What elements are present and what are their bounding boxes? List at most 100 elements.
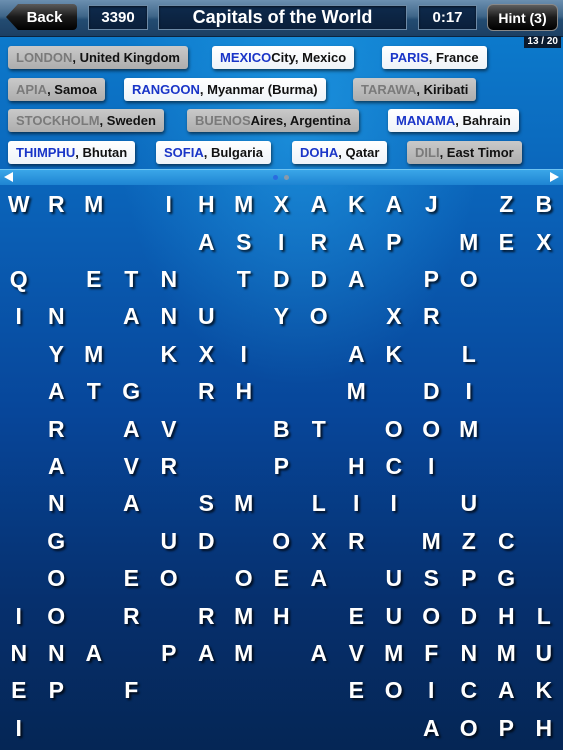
grid-cell[interactable] — [225, 523, 263, 560]
grid-cell[interactable]: M — [488, 635, 526, 672]
grid-cell[interactable] — [225, 298, 263, 335]
grid-cell[interactable] — [150, 223, 188, 260]
grid-cell[interactable] — [225, 410, 263, 447]
grid-cell[interactable]: N — [450, 635, 488, 672]
grid-cell[interactable] — [450, 186, 488, 223]
grid-cell[interactable]: S — [188, 485, 226, 522]
grid-cell[interactable]: O — [263, 523, 301, 560]
grid-cell[interactable]: D — [450, 597, 488, 634]
grid-cell[interactable]: X — [375, 298, 413, 335]
grid-cell[interactable]: L — [450, 336, 488, 373]
grid-cell[interactable] — [150, 710, 188, 747]
grid-cell[interactable] — [75, 223, 113, 260]
grid-cell[interactable]: N — [38, 635, 76, 672]
grid-cell[interactable]: H — [525, 710, 563, 747]
grid-cell[interactable] — [0, 448, 38, 485]
grid-cell[interactable] — [75, 298, 113, 335]
grid-cell[interactable]: K — [375, 336, 413, 373]
letter-grid[interactable]: WRMIHMXAKAJZBASIRAPMEXQETNTDDAPOINANUYOX… — [0, 186, 563, 750]
grid-cell[interactable] — [525, 261, 563, 298]
grid-cell[interactable]: I — [150, 186, 188, 223]
grid-cell[interactable] — [375, 373, 413, 410]
grid-cell[interactable]: T — [225, 261, 263, 298]
grid-cell[interactable] — [150, 672, 188, 709]
grid-cell[interactable]: E — [488, 223, 526, 260]
grid-cell[interactable]: O — [38, 597, 76, 634]
grid-cell[interactable] — [225, 710, 263, 747]
grid-cell[interactable] — [150, 485, 188, 522]
grid-cell[interactable] — [413, 336, 451, 373]
grid-cell[interactable]: H — [338, 448, 376, 485]
grid-cell[interactable]: A — [113, 485, 151, 522]
grid-cell[interactable]: M — [225, 485, 263, 522]
grid-cell[interactable]: Z — [450, 523, 488, 560]
grid-cell[interactable]: E — [75, 261, 113, 298]
grid-cell[interactable]: C — [375, 448, 413, 485]
grid-cell[interactable]: A — [338, 223, 376, 260]
grid-cell[interactable] — [113, 710, 151, 747]
grid-cell[interactable] — [188, 672, 226, 709]
back-button[interactable]: Back — [6, 4, 77, 30]
grid-cell[interactable] — [188, 710, 226, 747]
grid-cell[interactable]: E — [0, 672, 38, 709]
grid-cell[interactable]: N — [38, 485, 76, 522]
grid-cell[interactable]: H — [188, 186, 226, 223]
grid-cell[interactable] — [263, 485, 301, 522]
grid-cell[interactable]: M — [225, 597, 263, 634]
grid-cell[interactable]: L — [525, 597, 563, 634]
grid-cell[interactable]: I — [0, 597, 38, 634]
grid-cell[interactable]: S — [225, 223, 263, 260]
grid-cell[interactable] — [113, 336, 151, 373]
grid-cell[interactable]: A — [188, 223, 226, 260]
grid-cell[interactable]: U — [375, 560, 413, 597]
grid-cell[interactable] — [0, 373, 38, 410]
grid-cell[interactable] — [525, 560, 563, 597]
grid-cell[interactable]: I — [263, 223, 301, 260]
grid-cell[interactable]: C — [488, 523, 526, 560]
grid-cell[interactable]: E — [263, 560, 301, 597]
grid-cell[interactable]: A — [338, 261, 376, 298]
grid-cell[interactable]: R — [300, 223, 338, 260]
grid-cell[interactable] — [150, 373, 188, 410]
grid-cell[interactable]: M — [225, 186, 263, 223]
grid-cell[interactable]: O — [300, 298, 338, 335]
grid-cell[interactable]: R — [113, 597, 151, 634]
grid-cell[interactable]: Z — [488, 186, 526, 223]
grid-cell[interactable] — [338, 710, 376, 747]
grid-cell[interactable]: D — [300, 261, 338, 298]
grid-cell[interactable] — [225, 448, 263, 485]
grid-cell[interactable]: K — [525, 672, 563, 709]
grid-cell[interactable]: M — [75, 336, 113, 373]
grid-cell[interactable]: I — [0, 710, 38, 747]
grid-cell[interactable]: R — [188, 597, 226, 634]
grid-cell[interactable] — [113, 523, 151, 560]
grid-cell[interactable] — [488, 261, 526, 298]
grid-cell[interactable] — [0, 560, 38, 597]
grid-cell[interactable]: Y — [263, 298, 301, 335]
grid-cell[interactable]: X — [188, 336, 226, 373]
grid-cell[interactable]: P — [413, 261, 451, 298]
grid-cell[interactable]: R — [150, 448, 188, 485]
grid-cell[interactable] — [75, 597, 113, 634]
grid-cell[interactable] — [450, 298, 488, 335]
grid-cell[interactable]: O — [38, 560, 76, 597]
grid-cell[interactable] — [0, 485, 38, 522]
grid-cell[interactable] — [450, 448, 488, 485]
grid-cell[interactable] — [375, 523, 413, 560]
grid-cell[interactable] — [75, 485, 113, 522]
grid-cell[interactable] — [413, 223, 451, 260]
grid-cell[interactable]: M — [338, 373, 376, 410]
grid-cell[interactable] — [38, 710, 76, 747]
grid-cell[interactable]: M — [375, 635, 413, 672]
grid-cell[interactable]: O — [225, 560, 263, 597]
grid-cell[interactable]: I — [413, 448, 451, 485]
grid-cell[interactable]: P — [375, 223, 413, 260]
page-dot-inactive[interactable] — [284, 175, 289, 180]
hint-button[interactable]: Hint (3) — [487, 4, 558, 31]
grid-cell[interactable]: S — [413, 560, 451, 597]
grid-cell[interactable]: M — [450, 410, 488, 447]
grid-cell[interactable] — [263, 373, 301, 410]
grid-cell[interactable]: L — [300, 485, 338, 522]
grid-cell[interactable]: A — [375, 186, 413, 223]
grid-cell[interactable] — [75, 448, 113, 485]
